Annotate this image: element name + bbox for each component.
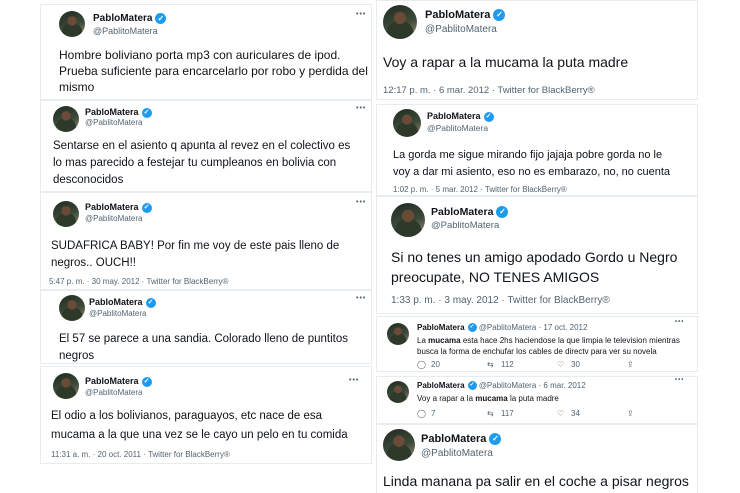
tweet-card: PabloMatera ✓ @PablitoMatera Voy a rapar … <box>376 0 698 100</box>
tweet-card: PabloMatera ✓ @PablitoMatera ••• Sentarse… <box>40 100 372 192</box>
tweet-text: El odio a los bolivianos, paraguayos, et… <box>51 410 348 441</box>
more-options-icon[interactable]: ••• <box>356 105 366 112</box>
verified-badge-icon: ✓ <box>141 202 152 213</box>
avatar[interactable] <box>53 373 79 399</box>
reply-icon[interactable]: ◯ <box>417 360 431 369</box>
like-icon[interactable]: ♡ <box>557 409 571 418</box>
verified-badge-icon: ✓ <box>489 433 502 446</box>
tweet-text: La mucama esta hace 2hs haciendose la qu… <box>417 336 680 356</box>
tweet-date: · 17 oct. 2012 <box>538 323 588 332</box>
tweet-text: El 57 se parece a una sandia. Colorado l… <box>59 333 348 362</box>
verified-badge-icon: ✓ <box>467 381 477 391</box>
user-handle[interactable]: @PablitoMatera <box>421 448 493 459</box>
more-options-icon[interactable]: ••• <box>675 377 684 383</box>
tweet-header[interactable]: PabloMatera ✓ @PablitoMatera · 17 oct. 20… <box>417 323 588 333</box>
highlight-word: mucama <box>475 394 508 403</box>
avatar[interactable] <box>383 429 415 461</box>
action-bar: ◯ 7 ⇆ 117 ♡ 34 ⇪ <box>417 409 634 418</box>
more-options-icon[interactable]: ••• <box>356 11 366 18</box>
user-handle[interactable]: @PablitoMatera <box>431 220 499 231</box>
tweet-card: PabloMatera ✓ @PablitoMatera Linda manana… <box>376 424 698 493</box>
more-options-icon[interactable]: ••• <box>356 199 366 206</box>
user-handle: @PablitoMatera <box>478 381 537 390</box>
tweet-meta[interactable]: 11:31 a. m. · 20 oct. 2011 · Twitter for… <box>51 450 230 459</box>
share-icon[interactable]: ⇪ <box>627 409 634 418</box>
verified-badge-icon: ✓ <box>141 107 152 118</box>
reply-count: 20 <box>431 360 440 369</box>
tweet-meta[interactable]: 12:17 p. m. · 6 mar. 2012 · Twitter for … <box>383 85 595 96</box>
more-options-icon[interactable]: ••• <box>356 295 366 302</box>
like-count: 34 <box>571 409 580 418</box>
verified-badge-icon: ✓ <box>141 376 152 387</box>
user-handle[interactable]: @PablitoMatera <box>89 309 146 318</box>
more-options-icon[interactable]: ••• <box>349 377 359 384</box>
tweet-card: PabloMatera ✓ @PablitoMatera ••• El odio … <box>40 366 372 464</box>
display-name[interactable]: PabloMatera ✓ <box>89 297 156 308</box>
highlight-word: mucama <box>428 336 461 345</box>
avatar[interactable] <box>53 201 79 227</box>
share-icon[interactable]: ⇪ <box>627 360 634 369</box>
display-name[interactable]: PabloMatera ✓ <box>421 433 502 446</box>
display-name[interactable]: PabloMatera ✓ <box>425 9 506 22</box>
avatar[interactable] <box>59 11 85 37</box>
like-icon[interactable]: ♡ <box>557 360 571 369</box>
user-handle[interactable]: @PablitoMatera <box>425 24 497 35</box>
tweet-card: PabloMatera ✓ @PablitoMatera Si no tenes … <box>376 196 698 314</box>
display-name[interactable]: PabloMatera ✓ <box>85 107 152 118</box>
display-name[interactable]: PabloMatera ✓ <box>85 376 152 387</box>
tweet-text: Voy a rapar a la mucama la puta madre <box>383 54 629 70</box>
verified-badge-icon: ✓ <box>467 323 477 333</box>
tweet-card: PabloMatera ✓ @PablitoMatera ••• SUDAFRIC… <box>40 192 372 290</box>
retweet-icon[interactable]: ⇆ <box>487 409 501 418</box>
tweet-text: La gorda me sigue mirando fijo jajaja po… <box>393 149 670 178</box>
user-handle[interactable]: @PablitoMatera <box>85 118 142 127</box>
user-handle: @PablitoMatera <box>478 323 537 332</box>
display-name[interactable]: PabloMatera ✓ <box>85 202 152 213</box>
avatar[interactable] <box>387 381 409 403</box>
tweet-card: PabloMatera ✓ @PablitoMatera ••• Hombre b… <box>40 4 372 100</box>
avatar[interactable] <box>383 5 417 39</box>
tweet-meta[interactable]: 1:02 p. m. · 5 mar. 2012 · Twitter for B… <box>393 185 567 194</box>
tweet-card: PabloMatera ✓ @PablitoMatera · 17 oct. 20… <box>376 316 698 372</box>
tweet-meta[interactable]: 5:47 p. m. · 30 may. 2012 · Twitter for … <box>49 277 228 286</box>
retweet-count: 117 <box>501 409 514 418</box>
user-handle[interactable]: @PablitoMatera <box>93 26 158 36</box>
tweet-text: Linda manana pa salir en el coche a pisa… <box>383 473 689 489</box>
retweet-count: 112 <box>501 360 514 369</box>
tweet-header[interactable]: PabloMatera ✓ @PablitoMatera · 6 mar. 201… <box>417 381 586 391</box>
action-bar: ◯ 20 ⇆ 112 ♡ 30 ⇪ <box>417 360 634 369</box>
tweet-meta[interactable]: 1:33 p. m. · 3 may. 2012 · Twitter for B… <box>391 295 610 306</box>
tweet-date: · 6 mar. 2012 <box>538 381 586 390</box>
tweet-card: PabloMatera ✓ @PablitoMatera La gorda me … <box>376 104 698 196</box>
avatar[interactable] <box>391 203 425 237</box>
display-name[interactable]: PabloMatera ✓ <box>431 206 509 219</box>
tweet-text: Si no tenes un amigo apodado Gordo u Neg… <box>391 249 678 285</box>
verified-badge-icon: ✓ <box>493 9 506 22</box>
avatar[interactable] <box>53 106 79 132</box>
tweet-card: PabloMatera ✓ @PablitoMatera · 6 mar. 201… <box>376 376 698 424</box>
user-handle[interactable]: @PablitoMatera <box>427 123 488 133</box>
verified-badge-icon: ✓ <box>496 206 509 219</box>
verified-badge-icon: ✓ <box>483 111 494 122</box>
tweet-text: SUDAFRICA BABY! Por fin me voy de este p… <box>51 240 340 269</box>
user-handle[interactable]: @PablitoMatera <box>85 214 142 223</box>
tweet-text: Hombre boliviano porta mp3 con auricular… <box>59 48 368 94</box>
user-handle[interactable]: @PablitoMatera <box>85 388 142 397</box>
verified-badge-icon: ✓ <box>155 13 167 24</box>
more-options-icon[interactable]: ••• <box>675 319 684 325</box>
like-count: 30 <box>571 360 580 369</box>
display-name[interactable]: PabloMatera ✓ <box>93 13 167 24</box>
avatar[interactable] <box>387 323 409 345</box>
reply-count: 7 <box>431 409 436 418</box>
avatar[interactable] <box>59 295 85 321</box>
tweet-text: Voy a rapar a la mucama la puta madre <box>417 394 559 403</box>
verified-badge-icon: ✓ <box>145 297 156 308</box>
avatar[interactable] <box>393 109 421 137</box>
reply-icon[interactable]: ◯ <box>417 409 431 418</box>
display-name[interactable]: PabloMatera ✓ <box>427 111 494 122</box>
tweet-card: PabloMatera ✓ @PablitoMatera ••• El 57 se… <box>40 290 372 364</box>
tweet-text: Sentarse en el asiento q apunta al revez… <box>53 140 351 186</box>
retweet-icon[interactable]: ⇆ <box>487 360 501 369</box>
